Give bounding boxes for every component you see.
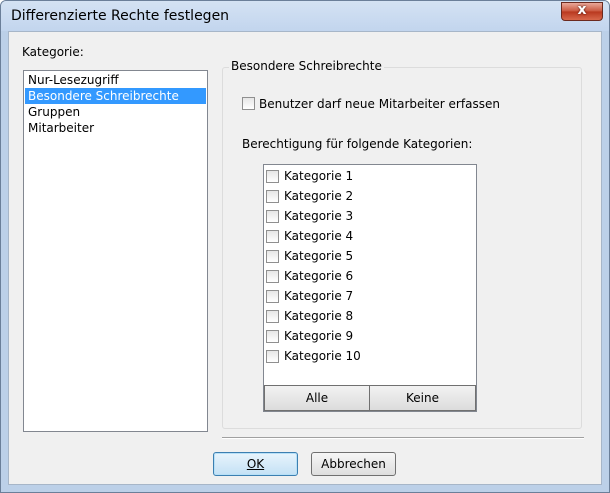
dialog-window: Differenzierte Rechte festlegen x Katego… — [0, 0, 610, 493]
category-row-label: Kategorie 8 — [284, 309, 354, 323]
new-employees-label: Benutzer darf neue Mitarbeiter erfassen — [259, 97, 500, 111]
title-bar[interactable]: Differenzierte Rechte festlegen x — [1, 1, 609, 31]
select-none-button[interactable]: Keine — [369, 385, 476, 411]
category-checkbox[interactable] — [266, 210, 279, 223]
category-row-label: Kategorie 4 — [284, 229, 354, 243]
select-buttons-bar: Alle Keine — [264, 385, 476, 411]
category-row[interactable]: Kategorie 8 — [265, 306, 465, 326]
category-row-label: Kategorie 6 — [284, 269, 354, 283]
footer-divider — [222, 437, 584, 439]
close-button[interactable]: x — [561, 2, 603, 21]
category-row-label: Kategorie 1 — [284, 169, 354, 183]
close-icon: x — [577, 2, 587, 18]
category-list[interactable]: Nur-Lesezugriff Besondere Schreibrechte … — [23, 70, 208, 432]
category-checkbox[interactable] — [266, 290, 279, 303]
category-row-label: Kategorie 7 — [284, 289, 354, 303]
group-title: Besondere Schreibrechte — [229, 59, 384, 73]
category-row[interactable]: Kategorie 4 — [265, 226, 465, 246]
category-row[interactable]: Kategorie 9 — [265, 326, 465, 346]
category-row-label: Kategorie 2 — [284, 189, 354, 203]
new-employees-checkbox[interactable] — [242, 97, 255, 110]
category-row-label: Kategorie 9 — [284, 329, 354, 343]
category-row[interactable]: Kategorie 2 — [265, 186, 465, 206]
cancel-button[interactable]: Abbrechen — [311, 452, 396, 476]
category-checkbox[interactable] — [266, 190, 279, 203]
category-row[interactable]: Kategorie 3 — [265, 206, 465, 226]
window-title: Differenzierte Rechte festlegen — [11, 8, 230, 24]
category-row-label: Kategorie 3 — [284, 209, 354, 223]
category-checkbox[interactable] — [266, 170, 279, 183]
categories-permission-label: Berechtigung für folgende Kategorien: — [242, 137, 473, 151]
category-item-special-write-rights[interactable]: Besondere Schreibrechte — [25, 88, 206, 104]
category-item-read-only[interactable]: Nur-Lesezugriff — [25, 72, 206, 88]
category-row-label: Kategorie 5 — [284, 249, 354, 263]
category-checkbox[interactable] — [266, 330, 279, 343]
category-label-text: Kategorie: — [22, 45, 84, 59]
category-permission-list[interactable]: Kategorie 1 Kategorie 2 Kategorie 3 Kate… — [263, 164, 477, 412]
category-checkbox[interactable] — [266, 230, 279, 243]
category-checkbox[interactable] — [266, 270, 279, 283]
category-row[interactable]: Kategorie 10 — [265, 346, 465, 366]
select-all-button[interactable]: Alle — [264, 385, 370, 411]
category-row-label: Kategorie 10 — [284, 349, 361, 363]
category-item-groups[interactable]: Gruppen — [25, 104, 206, 120]
category-checkbox[interactable] — [266, 350, 279, 363]
category-item-employees[interactable]: Mitarbeiter — [25, 120, 206, 136]
ok-button-label: OK — [246, 457, 265, 471]
ok-button[interactable]: OK — [213, 452, 298, 476]
category-row[interactable]: Kategorie 7 — [265, 286, 465, 306]
category-checkbox[interactable] — [266, 250, 279, 263]
category-row[interactable]: Kategorie 6 — [265, 266, 465, 286]
category-label: Kategorie: — [22, 45, 84, 59]
category-row[interactable]: Kategorie 1 — [265, 166, 465, 186]
category-row[interactable]: Kategorie 5 — [265, 246, 465, 266]
dialog-client-area: Kategorie: Nur-Lesezugriff Besondere Sch… — [8, 31, 602, 485]
category-checkbox[interactable] — [266, 310, 279, 323]
